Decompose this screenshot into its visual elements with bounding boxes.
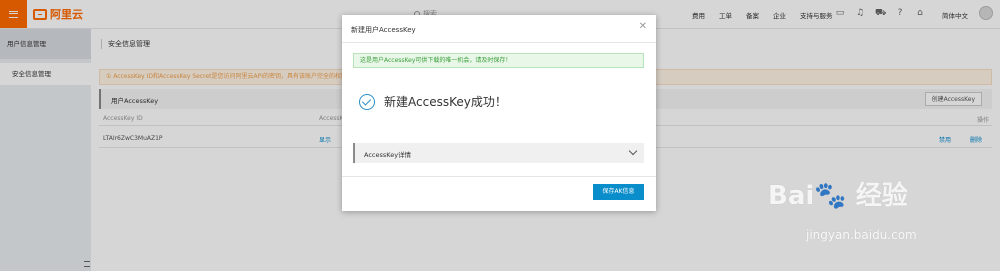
close-icon[interactable]: ✕ — [639, 22, 647, 32]
check-circle-icon — [359, 93, 375, 110]
baidu-watermark-logo: Bai🐾 经验 — [768, 181, 908, 211]
success-message: 新建AccessKey成功！ — [359, 93, 507, 110]
success-notice: 这是用户AccessKey可供下载的唯一机会，请及时保存！ — [353, 53, 644, 68]
chevron-down-icon — [628, 146, 638, 156]
save-ak-info-button[interactable]: 保存AK信息 — [593, 184, 644, 200]
dialog-title: 新建用户AccessKey — [351, 26, 416, 34]
dialog-header: 新建用户AccessKey ✕ — [342, 15, 656, 43]
dialog-footer-divider — [342, 176, 656, 177]
success-text: 新建AccessKey成功！ — [384, 95, 507, 109]
create-accesskey-dialog: 新建用户AccessKey ✕ 这是用户AccessKey可供下载的唯一机会，请… — [342, 15, 656, 211]
details-label: AccessKey详情 — [364, 151, 412, 159]
accesskey-details-expander[interactable]: AccessKey详情 — [353, 143, 644, 163]
baidu-watermark-url: jingyan.baidu.com — [806, 228, 917, 242]
